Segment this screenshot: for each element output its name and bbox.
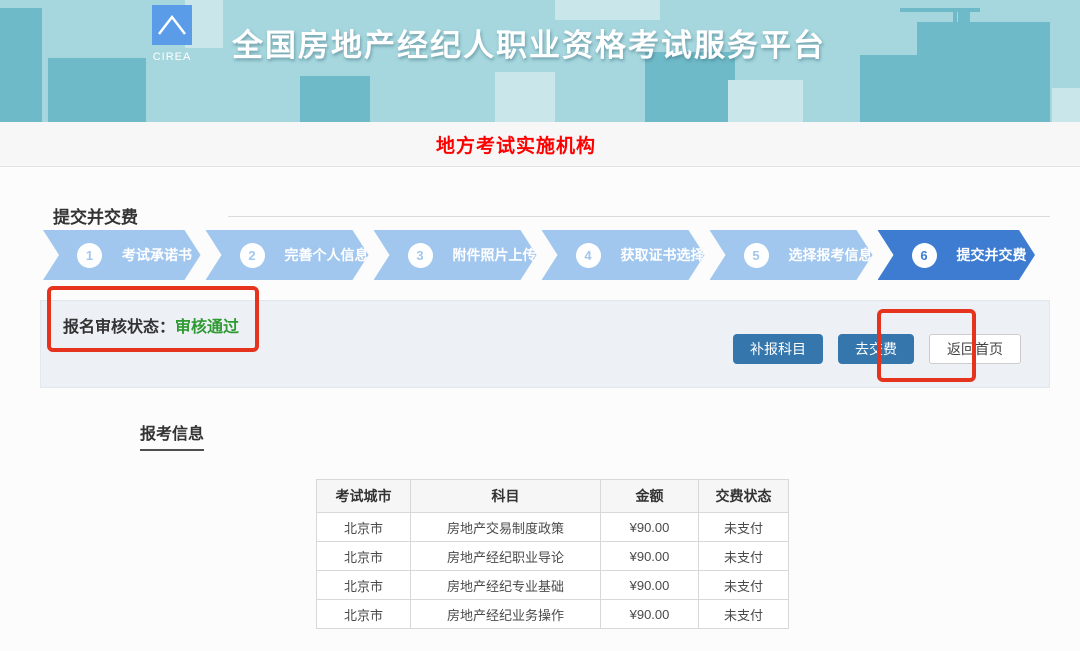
banner-bar: 地方考试实施机构 [0, 122, 1080, 167]
skyline-building [0, 8, 42, 122]
site-logo[interactable]: CIREA [150, 5, 194, 63]
step-4[interactable]: 4 获取证书选择 [542, 230, 705, 280]
step-number-badge: 2 [240, 243, 265, 268]
skyline-building [300, 76, 370, 122]
skyline-building [860, 55, 920, 122]
wizard-section-title: 提交并交费 [53, 203, 138, 228]
skyline-building [555, 0, 660, 20]
roof-icon [152, 5, 192, 45]
table-cell: 北京市 [317, 513, 411, 542]
table-cell: ¥90.00 [601, 542, 699, 571]
table-cell: 房地产交易制度政策 [411, 513, 601, 542]
table-column-header: 金额 [601, 480, 699, 513]
registration-table-head: 考试城市科目金额交费状态 [317, 480, 789, 513]
step-label: 选择报考信息 [789, 245, 873, 265]
page-header: CIREA 全国房地产经纪人职业资格考试服务平台 [0, 0, 1080, 122]
section-divider [228, 216, 1050, 217]
table-cell: 北京市 [317, 600, 411, 629]
step-label: 考试承诺书 [122, 245, 192, 265]
home-button[interactable]: 返回首页 [929, 334, 1021, 364]
step-number-badge: 1 [77, 243, 102, 268]
review-status-label: 报名审核状态： [63, 319, 175, 336]
skyline-building [728, 80, 803, 122]
skyline-building [917, 22, 1050, 122]
step-number-badge: 3 [408, 243, 433, 268]
table-cell: ¥90.00 [601, 571, 699, 600]
step-label: 提交并交费 [957, 245, 1027, 265]
table-row: 北京市房地产经纪职业导论¥90.00未支付 [317, 542, 789, 571]
step-label: 附件照片上传 [453, 245, 537, 265]
table-cell: 未支付 [699, 571, 789, 600]
site-title: 全国房地产经纪人职业资格考试服务平台 [232, 20, 826, 65]
table-cell: 房地产经纪专业基础 [411, 571, 601, 600]
banner-text: 地方考试实施机构 [436, 131, 596, 158]
table-cell: 房地产经纪职业导论 [411, 542, 601, 571]
registration-table-body: 北京市房地产交易制度政策¥90.00未支付北京市房地产经纪职业导论¥90.00未… [317, 513, 789, 629]
skyline-building [958, 12, 970, 24]
table-cell: 北京市 [317, 542, 411, 571]
step-indicator: 1 考试承诺书 2 完善个人信息 3 附件照片上传 4 获取证书选择 5 选择报考信息 6 提交并交费 [43, 230, 1035, 280]
action-buttons: 补报科目 去交费 返回首页 [733, 334, 1021, 364]
step-3[interactable]: 3 附件照片上传 [374, 230, 537, 280]
table-cell: ¥90.00 [601, 513, 699, 542]
step-2[interactable]: 2 完善个人信息 [206, 230, 369, 280]
step-number-badge: 5 [744, 243, 769, 268]
table-cell: 房地产经纪业务操作 [411, 600, 601, 629]
step-number-badge: 4 [576, 243, 601, 268]
table-row: 北京市房地产经纪业务操作¥90.00未支付 [317, 600, 789, 629]
table-cell: ¥90.00 [601, 600, 699, 629]
registration-table: 考试城市科目金额交费状态 北京市房地产交易制度政策¥90.00未支付北京市房地产… [316, 479, 789, 629]
step-label: 获取证书选择 [621, 245, 705, 265]
review-status-value: 审核通过 [175, 319, 239, 336]
skyline-building [48, 58, 146, 122]
logo-text: CIREA [150, 51, 194, 63]
table-row: 北京市房地产交易制度政策¥90.00未支付 [317, 513, 789, 542]
table-cell: 未支付 [699, 542, 789, 571]
skyline-building [1052, 88, 1080, 122]
skyline-building [495, 72, 555, 122]
status-panel: 报名审核状态：审核通过 补报科目 去交费 返回首页 [40, 300, 1050, 388]
table-header-row: 考试城市科目金额交费状态 [317, 480, 789, 513]
step-5[interactable]: 5 选择报考信息 [710, 230, 873, 280]
step-6-current[interactable]: 6 提交并交费 [878, 230, 1036, 280]
table-cell: 未支付 [699, 513, 789, 542]
review-status: 报名审核状态：审核通过 [63, 313, 239, 337]
add-subjects-button[interactable]: 补报科目 [733, 334, 823, 364]
table-cell: 北京市 [317, 571, 411, 600]
pay-button[interactable]: 去交费 [838, 334, 914, 364]
registration-section-title: 报考信息 [140, 420, 204, 451]
step-label: 完善个人信息 [285, 245, 369, 265]
step-1[interactable]: 1 考试承诺书 [43, 230, 201, 280]
table-column-header: 科目 [411, 480, 601, 513]
table-column-header: 交费状态 [699, 480, 789, 513]
table-column-header: 考试城市 [317, 480, 411, 513]
step-number-badge: 6 [912, 243, 937, 268]
table-cell: 未支付 [699, 600, 789, 629]
table-row: 北京市房地产经纪专业基础¥90.00未支付 [317, 571, 789, 600]
